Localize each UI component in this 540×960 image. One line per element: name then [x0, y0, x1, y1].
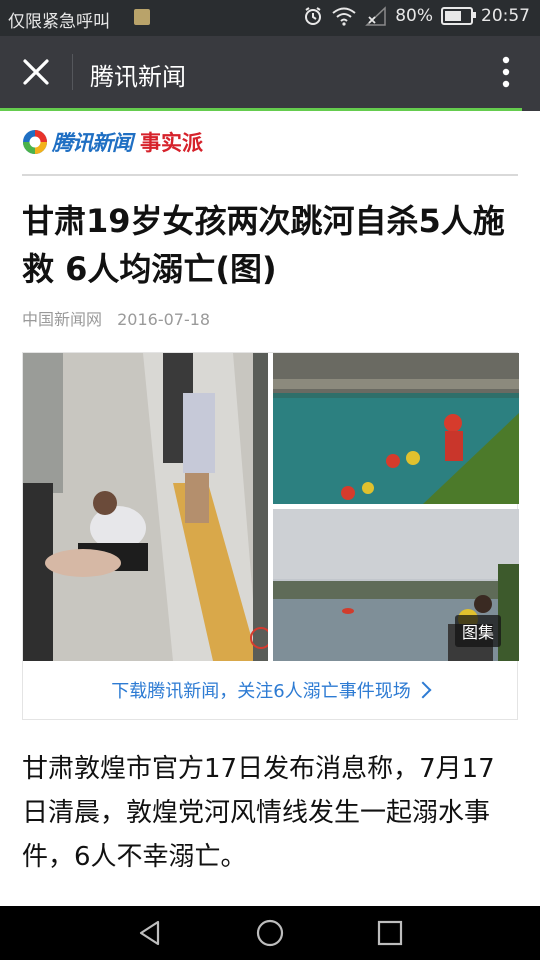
gallery-photo-rescue-scene[interactable]: [23, 353, 268, 661]
signal-icon: [365, 6, 386, 26]
page-load-progress: [0, 108, 540, 111]
tencent-news-logo-icon: [23, 130, 47, 154]
progress-fill: [0, 108, 523, 111]
logo-text: 腾讯新闻: [52, 131, 133, 155]
carrier-text: 仅限紧急呼叫: [8, 12, 110, 32]
wifi-icon: [332, 7, 356, 26]
sim-card-icon: [134, 9, 150, 25]
battery-percent: 80%: [395, 6, 433, 26]
header-divider: [22, 174, 518, 176]
source-logo: 腾讯新闻 事实派: [22, 127, 203, 157]
photo-gallery[interactable]: 图集 下载腾讯新闻，关注6人溺亡事件现场: [22, 352, 519, 720]
back-icon[interactable]: [136, 919, 164, 947]
recents-icon[interactable]: [376, 919, 404, 947]
gallery-photo-river-rescue[interactable]: [273, 353, 519, 504]
download-app-link[interactable]: 下载腾讯新闻，关注6人溺亡事件现场: [23, 661, 517, 719]
gallery-badge[interactable]: 图集: [454, 615, 501, 647]
more-vertical-icon[interactable]: [502, 56, 510, 88]
article-headline: 甘肃19岁女孩两次跳河自杀5人施救 6人均溺亡(图): [22, 202, 505, 288]
download-app-link-text[interactable]: 下载腾讯新闻，关注6人溺亡事件现场: [111, 677, 410, 703]
status-icons: 80% 20:57: [303, 6, 530, 26]
app-bar-title: 腾讯新闻: [90, 63, 186, 91]
app-bar: 腾讯新闻: [0, 36, 540, 108]
alarm-icon: [305, 7, 322, 25]
article-meta: 中国新闻网 2016-07-18: [22, 306, 220, 330]
article-source[interactable]: 中国新闻网: [22, 310, 102, 329]
battery-icon: [441, 7, 476, 25]
article-date: 2016-07-18: [117, 310, 211, 329]
logo-subbrand: 事实派: [140, 130, 203, 155]
status-bar: 仅限紧急呼叫 80% 20:57: [0, 0, 540, 36]
system-nav-bar: [0, 906, 540, 960]
clock: 20:57: [481, 6, 530, 26]
home-icon[interactable]: [256, 919, 284, 947]
chevron-right-icon: [414, 681, 432, 699]
close-icon[interactable]: [18, 54, 54, 90]
app-bar-divider: [72, 54, 73, 90]
article-body: 甘肃敦煌市官方17日发布消息称，7月17日清晨，敦煌党河风情线发生一起溺水事件，…: [22, 754, 495, 872]
